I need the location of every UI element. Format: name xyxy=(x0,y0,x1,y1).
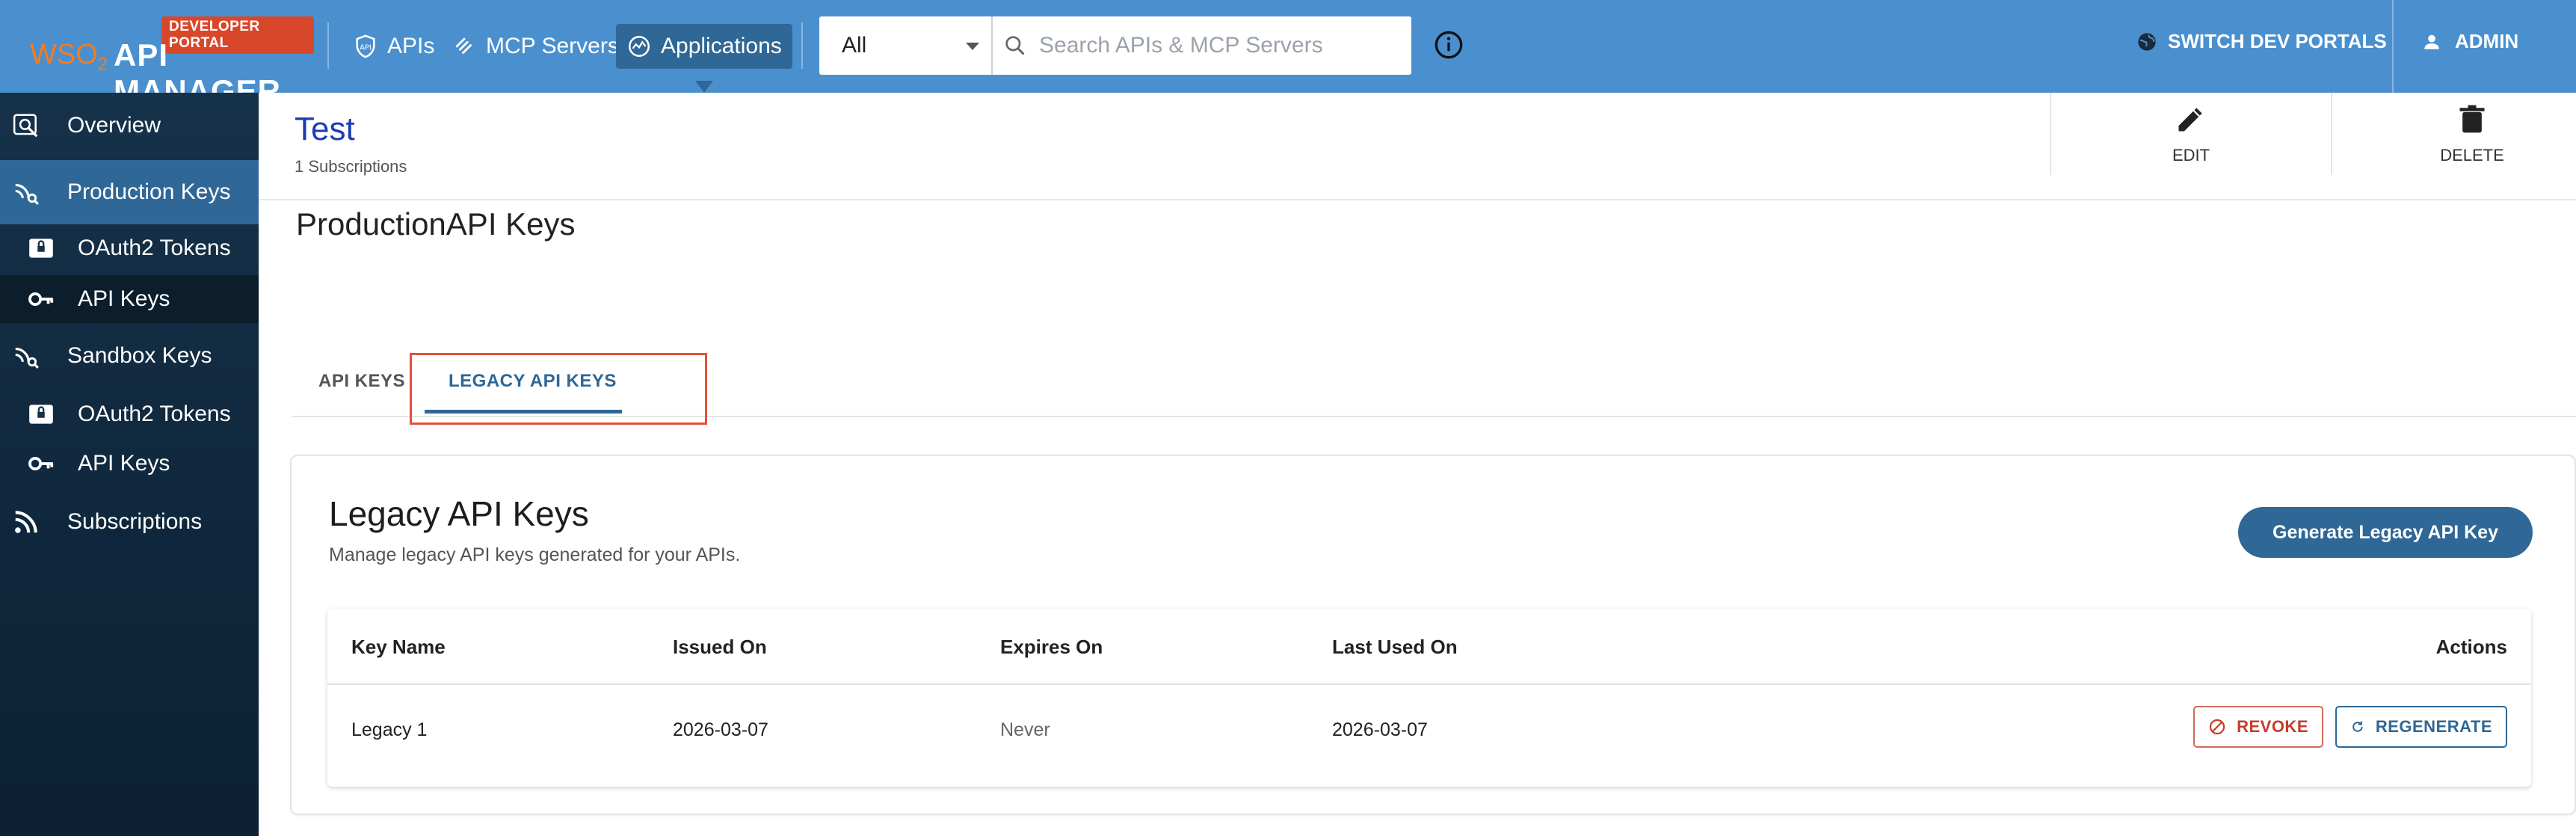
legacy-api-keys-card: Legacy API Keys Manage legacy API keys g… xyxy=(290,455,2576,815)
subscription-count: 1 Subscriptions xyxy=(295,157,407,176)
sidebar-item-production-oauth2-tokens[interactable]: OAuth2 Tokens xyxy=(0,224,259,272)
application-title[interactable]: Test xyxy=(295,111,355,148)
svg-text:API: API xyxy=(360,43,372,52)
column-header-actions: Actions xyxy=(2435,636,2507,658)
cell-expires-on: Never xyxy=(1000,719,1050,740)
sidebar: Overview Production Keys OAuth2 Tokens A… xyxy=(0,93,259,836)
highlight-outline xyxy=(410,353,707,425)
generate-legacy-api-key-button[interactable]: Generate Legacy API Key xyxy=(2238,507,2533,558)
oauth-lock-icon xyxy=(29,405,53,424)
trash-icon xyxy=(2459,105,2485,133)
search-input[interactable]: Search APIs & MCP Servers xyxy=(993,16,1411,75)
switch-dev-portals-button[interactable]: SWITCH DEV PORTALS xyxy=(2136,30,2387,53)
table-row: Legacy 1 2026-03-07 Never 2026-03-07 REV… xyxy=(327,685,2531,787)
card-title: Legacy API Keys xyxy=(329,494,589,533)
api-shield-icon: API xyxy=(356,34,375,58)
info-icon[interactable] xyxy=(1434,30,1464,60)
oauth-lock-icon xyxy=(29,239,53,258)
nav-mcp-servers[interactable]: MCP Servers xyxy=(441,24,629,69)
cell-last-used-on: 2026-03-07 xyxy=(1332,719,1428,740)
divider xyxy=(2392,0,2394,93)
search-box: All Search APIs & MCP Servers xyxy=(819,16,1411,75)
tab-api-keys[interactable]: API KEYS xyxy=(318,371,405,392)
refresh-icon xyxy=(2352,721,2363,732)
wso2-logo[interactable]: DEVELOPER PORTAL WSO2 API MANAGER xyxy=(30,16,314,108)
page-title: ProductionAPI Keys xyxy=(296,206,576,242)
card-description: Manage legacy API keys generated for you… xyxy=(329,544,741,565)
column-header-key-name: Key Name xyxy=(351,636,446,658)
sidebar-item-subscriptions[interactable]: Subscriptions xyxy=(0,492,259,552)
sidebar-item-overview[interactable]: Overview xyxy=(0,96,259,156)
sidebar-item-production-keys[interactable]: Production Keys xyxy=(0,160,259,224)
user-menu-button[interactable]: ADMIN xyxy=(2422,30,2518,53)
keys-signal-icon xyxy=(15,183,39,205)
overview-search-icon xyxy=(13,114,38,138)
table-header: Key Name Issued On Expires On Last Used … xyxy=(327,609,2531,685)
sidebar-item-production-api-keys[interactable]: API Keys xyxy=(0,275,259,323)
search-scope-select[interactable]: All xyxy=(819,16,993,75)
search-placeholder: Search APIs & MCP Servers xyxy=(1039,33,1323,58)
pencil-icon xyxy=(2178,108,2202,132)
keys-signal-icon xyxy=(15,347,39,369)
regenerate-button[interactable]: REGENERATE xyxy=(2335,706,2507,748)
block-icon xyxy=(2209,719,2225,735)
column-header-expires-on: Expires On xyxy=(1000,636,1103,658)
search-icon xyxy=(1005,36,1025,55)
cell-key-name: Legacy 1 xyxy=(351,719,428,740)
applications-icon xyxy=(628,35,650,58)
active-nav-indicator xyxy=(695,81,713,93)
sidebar-item-sandbox-keys[interactable]: Sandbox Keys xyxy=(0,326,259,386)
key-icon xyxy=(28,292,54,307)
rss-icon xyxy=(15,511,37,533)
mcp-icon xyxy=(455,37,472,54)
divider xyxy=(327,22,329,69)
user-icon xyxy=(2424,34,2439,49)
chevron-down-icon xyxy=(966,43,979,50)
divider xyxy=(801,22,803,69)
nav-applications[interactable]: Applications xyxy=(616,24,792,69)
column-header-issued-on: Issued On xyxy=(673,636,767,658)
delete-button[interactable]: DELETE xyxy=(2331,93,2576,175)
column-header-last-used-on: Last Used On xyxy=(1332,636,1458,658)
cell-issued-on: 2026-03-07 xyxy=(673,719,768,740)
top-bar: DEVELOPER PORTAL WSO2 API MANAGER API AP… xyxy=(0,0,2576,108)
globe-icon xyxy=(2138,32,2156,51)
sidebar-item-sandbox-api-keys[interactable]: API Keys xyxy=(0,440,259,488)
key-icon xyxy=(28,456,54,471)
legacy-keys-table: Key Name Issued On Expires On Last Used … xyxy=(327,609,2531,787)
logo-wso2: WSO2 xyxy=(30,39,108,75)
revoke-button[interactable]: REVOKE xyxy=(2193,706,2323,748)
sidebar-item-sandbox-oauth2-tokens[interactable]: OAuth2 Tokens xyxy=(0,390,259,438)
edit-button[interactable]: EDIT xyxy=(2050,93,2331,175)
application-header: Test 1 Subscriptions EDIT DELETE xyxy=(259,93,2576,200)
nav-apis[interactable]: API APIs xyxy=(342,24,445,69)
